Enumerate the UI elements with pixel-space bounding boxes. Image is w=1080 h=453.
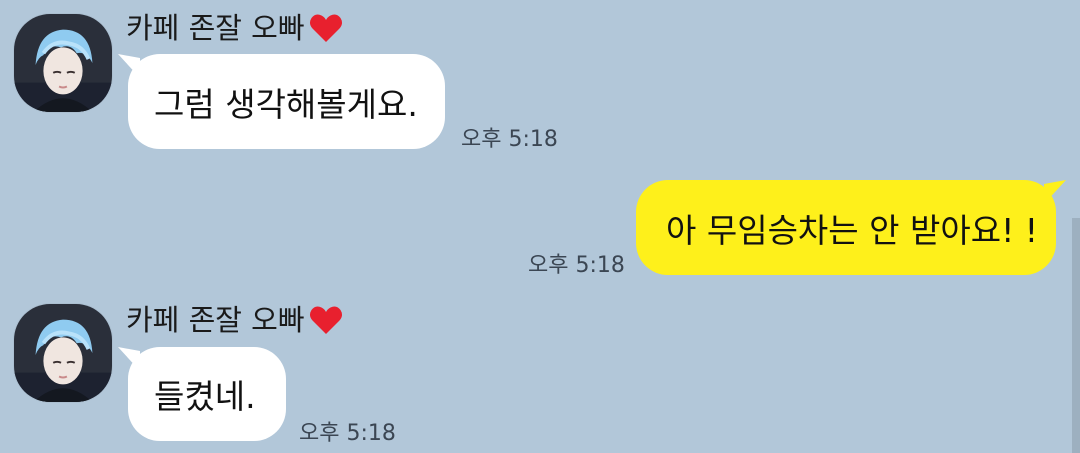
sender-name-text: 카페 존잘 오빠 [126, 11, 305, 45]
message-bubble-outgoing[interactable]: 아 무임승차는 안 받아요! ! [636, 180, 1066, 275]
message-text: 아 무임승차는 안 받아요! ! [666, 210, 1039, 250]
avatar[interactable] [14, 14, 112, 112]
scrollbar[interactable] [1072, 218, 1080, 453]
bubble-tail [118, 347, 140, 371]
avatar[interactable] [14, 304, 112, 402]
bubble-tail [1044, 180, 1066, 204]
message-bubble[interactable]: 들켰네. [118, 347, 286, 441]
message-time: 오후 5:18 [299, 421, 396, 446]
sender-name: 카페 존잘 오빠 [126, 302, 343, 338]
sender-name-text: 카페 존잘 오빠 [126, 303, 305, 337]
profile-photo [14, 14, 112, 112]
chat-view[interactable]: 카페 존잘 오빠 그럼 생각해볼게요. 오후 5:18 오후 5:18 아 무임… [0, 0, 1080, 453]
message-bubble[interactable]: 그럼 생각해볼게요. [118, 54, 445, 149]
message-time: 오후 5:18 [528, 253, 625, 278]
bubble-tail [118, 54, 140, 78]
heart-icon [309, 14, 342, 42]
heart-icon [309, 306, 342, 334]
message-text: 들켰네. [154, 377, 256, 416]
message-time: 오후 5:18 [461, 127, 558, 152]
profile-photo [14, 304, 112, 402]
message-text: 그럼 생각해볼게요. [154, 84, 418, 124]
sender-name: 카페 존잘 오빠 [126, 10, 343, 46]
